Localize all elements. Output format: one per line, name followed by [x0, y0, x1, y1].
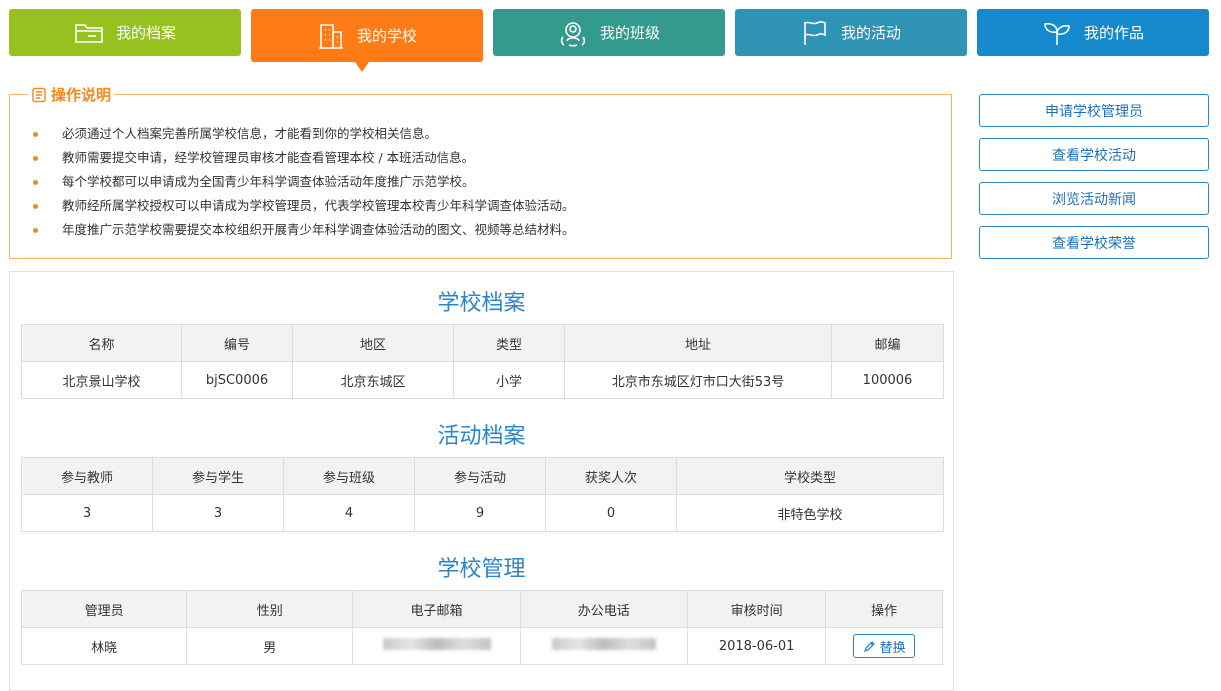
tab-my-works[interactable]: 我的作品	[977, 9, 1209, 56]
school-region: 北京东城区	[292, 361, 454, 399]
admin-email	[352, 627, 521, 665]
school-profile-table: 名称 编号 地区 类型 地址 邮编 北京景山学校 bjSC0006 北京东城区 …	[21, 324, 944, 399]
table-header-row: 名称 编号 地区 类型 地址 邮编	[21, 324, 944, 362]
main-nav-tabs: 我的档案 我的学校 我的班级 我的活动 我的作品	[9, 9, 1209, 62]
column-header: 邮编	[831, 324, 944, 362]
tab-my-school[interactable]: 我的学校	[251, 9, 483, 62]
school-admin-table: 管理员 性别 电子邮箱 办公电话 审核时间 操作 林晓 男 2018-06-01…	[20, 590, 943, 665]
active-tab-pointer	[355, 62, 369, 72]
activity-count: 9	[414, 494, 546, 532]
admin-gender: 男	[186, 627, 354, 665]
replace-admin-button[interactable]: 替换	[853, 634, 916, 658]
apply-admin-button[interactable]: 申请学校管理员	[979, 94, 1209, 127]
column-header: 操作	[825, 590, 943, 628]
column-header: 参与班级	[283, 457, 415, 495]
tab-my-activity[interactable]: 我的活动	[735, 9, 967, 56]
flag-icon	[804, 20, 826, 45]
tab-label: 我的学校	[356, 27, 417, 45]
instructions-title: 操作说明	[28, 84, 115, 105]
school-code: bjSC0006	[181, 361, 293, 399]
table-header-row: 管理员 性别 电子邮箱 办公电话 审核时间 操作	[20, 590, 943, 628]
review-date: 2018-06-01	[686, 627, 827, 665]
column-header: 审核时间	[686, 590, 827, 628]
instruction-item: 每个学校都可以申请成为全国青少年科学调查体验活动年度推广示范学校。	[32, 174, 575, 198]
admin-action-cell: 替换	[825, 627, 943, 665]
column-header: 地区	[292, 324, 454, 362]
browse-news-button[interactable]: 浏览活动新闻	[979, 182, 1209, 215]
column-header: 编号	[181, 324, 293, 362]
column-header: 类型	[453, 324, 565, 362]
column-header: 性别	[186, 590, 354, 628]
instruction-item: 年度推广示范学校需要提交本校组织开展青少年科学调查体验活动的图文、视频等总结材料…	[32, 222, 575, 246]
column-header: 参与学生	[152, 457, 284, 495]
building-icon	[318, 23, 343, 49]
activity-profile-title: 活动档案	[437, 424, 526, 449]
tab-label: 我的档案	[115, 24, 176, 42]
school-profile-title: 学校档案	[437, 291, 526, 316]
table-row: 林晓 男 2018-06-01 替换	[20, 627, 943, 665]
column-header: 名称	[21, 324, 182, 362]
table-row: 3 3 4 9 0 非特色学校	[21, 494, 944, 532]
column-header: 管理员	[20, 590, 188, 628]
redacted-phone	[551, 638, 656, 650]
edit-icon	[863, 640, 875, 652]
tab-my-profile[interactable]: 我的档案	[9, 9, 241, 56]
activity-profile-table: 参与教师 参与学生 参与班级 参与活动 获奖人次 学校类型 3 3 4 9 0 …	[21, 457, 944, 532]
column-header: 参与教师	[21, 457, 153, 495]
view-school-honors-button[interactable]: 查看学校荣誉	[979, 226, 1209, 259]
admin-phone	[519, 627, 688, 665]
column-header: 办公电话	[519, 590, 688, 628]
instruction-item: 必须通过个人档案完善所属学校信息，才能看到你的学校相关信息。	[32, 126, 575, 150]
school-category: 非特色学校	[676, 494, 944, 532]
instruction-item: 教师经所属学校授权可以申请成为学校管理员，代表学校管理本校青少年科学调查体验活动…	[32, 198, 575, 222]
tab-my-class[interactable]: 我的班级	[493, 9, 725, 56]
tab-label: 我的活动	[840, 24, 901, 42]
sprout-icon	[1044, 22, 1070, 45]
instructions-panel: 操作说明 必须通过个人档案完善所属学校信息，才能看到你的学校相关信息。 教师需要…	[9, 84, 952, 259]
column-header: 参与活动	[414, 457, 546, 495]
column-header: 获奖人次	[545, 457, 677, 495]
side-actions: 申请学校管理员 查看学校活动 浏览活动新闻 查看学校荣誉	[979, 94, 1209, 270]
instruction-item: 教师需要提交申请，经学校管理员审核才能查看管理本校 / 本班活动信息。	[32, 150, 575, 174]
folder-icon	[75, 23, 103, 43]
school-info-panel: 学校档案 名称 编号 地区 类型 地址 邮编 北京景山学校 bjSC0006 北…	[9, 271, 954, 691]
student-count: 3	[152, 494, 284, 532]
tab-label: 我的班级	[599, 24, 660, 42]
document-icon	[32, 87, 46, 102]
school-type: 小学	[453, 361, 565, 399]
admin-name: 林晓	[20, 627, 188, 665]
column-header: 地址	[564, 324, 832, 362]
school-postcode: 100006	[831, 361, 944, 399]
instructions-list: 必须通过个人档案完善所属学校信息，才能看到你的学校相关信息。 教师需要提交申请，…	[32, 126, 575, 246]
school-address: 北京市东城区灯市口大街53号	[564, 361, 832, 399]
school-admin-title: 学校管理	[437, 557, 526, 582]
column-header: 电子邮箱	[352, 590, 521, 628]
school-name: 北京景山学校	[21, 361, 182, 399]
class-group-icon	[560, 21, 586, 47]
award-count: 0	[545, 494, 677, 532]
redacted-email	[382, 638, 491, 650]
table-row: 北京景山学校 bjSC0006 北京东城区 小学 北京市东城区灯市口大街53号 …	[21, 361, 944, 399]
table-header-row: 参与教师 参与学生 参与班级 参与活动 获奖人次 学校类型	[21, 457, 944, 495]
view-school-activities-button[interactable]: 查看学校活动	[979, 138, 1209, 171]
tab-label: 我的作品	[1083, 24, 1144, 42]
class-count: 4	[283, 494, 415, 532]
teacher-count: 3	[21, 494, 153, 532]
column-header: 学校类型	[676, 457, 944, 495]
